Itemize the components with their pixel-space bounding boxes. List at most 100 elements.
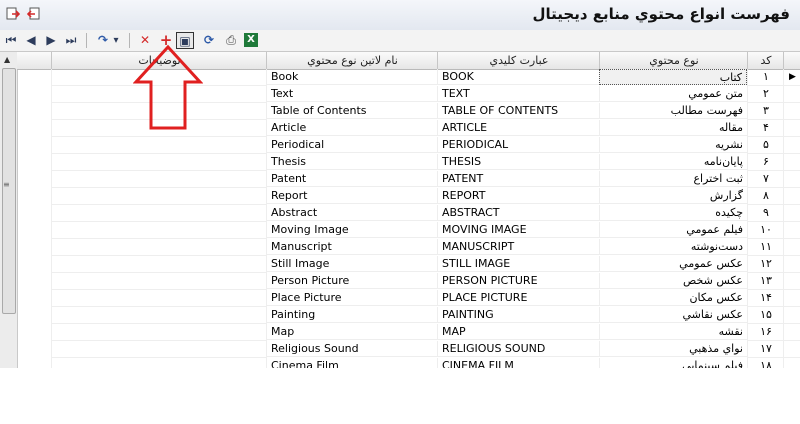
cell-keyword[interactable]: TABLE OF CONTENTS bbox=[437, 103, 599, 119]
cell-content-type[interactable]: نشريه bbox=[599, 137, 747, 153]
import-icon[interactable] bbox=[6, 7, 20, 21]
cell-latin-name[interactable]: Person Picture bbox=[266, 273, 437, 289]
column-header-content-type[interactable]: نوع محتوي bbox=[599, 52, 748, 69]
cell-latin-name[interactable]: Article bbox=[266, 120, 437, 136]
cell-description[interactable] bbox=[51, 358, 267, 368]
cell-code[interactable]: ١٨ bbox=[747, 358, 784, 368]
table-row[interactable]: Religious Sound RELIGIOUS SOUND نواي مذهبي… bbox=[17, 341, 800, 358]
cell-content-type[interactable]: عكس مكان bbox=[599, 290, 747, 306]
cell-keyword[interactable]: MAP bbox=[437, 324, 599, 340]
cell-keyword[interactable]: PAINTING bbox=[437, 307, 599, 323]
table-row[interactable]: Patent PATENT ثبت اختراع ٧ bbox=[17, 171, 800, 188]
cell-description[interactable] bbox=[51, 290, 267, 307]
cell-keyword[interactable]: PERSON PICTURE bbox=[437, 273, 599, 289]
cell-latin-name[interactable]: Map bbox=[266, 324, 437, 340]
cell-keyword[interactable]: TEXT bbox=[437, 86, 599, 102]
cell-latin-name[interactable]: Painting bbox=[266, 307, 437, 323]
cell-code[interactable]: ۵ bbox=[747, 137, 784, 154]
cell-code[interactable]: ١۶ bbox=[747, 324, 784, 341]
column-header-code[interactable]: كد bbox=[747, 52, 784, 69]
cell-code[interactable]: ١٠ bbox=[747, 222, 784, 239]
cell-code[interactable]: ١٣ bbox=[747, 273, 784, 290]
cell-description[interactable] bbox=[51, 188, 267, 205]
cell-keyword[interactable]: MOVING IMAGE bbox=[437, 222, 599, 238]
cell-content-type[interactable]: نقشه bbox=[599, 324, 747, 340]
cell-content-type[interactable]: فيلم عمومي bbox=[599, 222, 747, 238]
cell-content-type[interactable]: عكس عمومي bbox=[599, 256, 747, 272]
cell-keyword[interactable]: PLACE PICTURE bbox=[437, 290, 599, 306]
cell-code[interactable]: ١٢ bbox=[747, 256, 784, 273]
cell-description[interactable] bbox=[51, 307, 267, 324]
cell-keyword[interactable]: PATENT bbox=[437, 171, 599, 187]
cell-latin-name[interactable]: Report bbox=[266, 188, 437, 204]
cell-content-type[interactable]: چكيده bbox=[599, 205, 747, 221]
cell-description[interactable] bbox=[51, 154, 267, 171]
print-button[interactable]: ⎙ bbox=[222, 32, 240, 49]
table-row[interactable]: Thesis THESIS پايان‌نامه ۶ bbox=[17, 154, 800, 171]
cell-description[interactable] bbox=[51, 171, 267, 188]
cell-content-type[interactable]: گزارش bbox=[599, 188, 747, 204]
cell-code[interactable]: ٣ bbox=[747, 103, 784, 120]
next-record-button[interactable]: ▶ bbox=[42, 32, 60, 49]
table-row[interactable]: Person Picture PERSON PICTURE عكس شخص ١٣ bbox=[17, 273, 800, 290]
cell-code[interactable]: ١۵ bbox=[747, 307, 784, 324]
table-row[interactable]: Cinema Film CINEMA FILM فيلم سينمايي ١٨ bbox=[17, 358, 800, 368]
cell-latin-name[interactable]: Thesis bbox=[266, 154, 437, 170]
table-row[interactable]: Abstract ABSTRACT چكيده ٩ bbox=[17, 205, 800, 222]
table-row[interactable]: Painting PAINTING عكس نقاشي ١۵ bbox=[17, 307, 800, 324]
cell-description[interactable] bbox=[51, 341, 267, 358]
cell-description[interactable] bbox=[51, 137, 267, 154]
cell-latin-name[interactable]: Text bbox=[266, 86, 437, 102]
cell-latin-name[interactable]: Still Image bbox=[266, 256, 437, 272]
table-row[interactable]: Place Picture PLACE PICTURE عكس مكان ١۴ bbox=[17, 290, 800, 307]
cell-latin-name[interactable]: Religious Sound bbox=[266, 341, 437, 357]
cell-description[interactable] bbox=[51, 324, 267, 341]
cell-content-type[interactable]: كتاب bbox=[599, 69, 747, 85]
cell-latin-name[interactable]: Place Picture bbox=[266, 290, 437, 306]
column-header-latin-name[interactable]: نام لاتين نوع محتوي bbox=[266, 52, 438, 69]
cell-code[interactable]: ٩ bbox=[747, 205, 784, 222]
table-row[interactable]: Still Image STILL IMAGE عكس عمومي ١٢ bbox=[17, 256, 800, 273]
cell-code[interactable]: ۶ bbox=[747, 154, 784, 171]
cell-description[interactable] bbox=[51, 256, 267, 273]
cell-latin-name[interactable]: Book bbox=[266, 69, 437, 85]
column-header-keyword[interactable]: عبارت كليدي bbox=[437, 52, 600, 69]
cell-latin-name[interactable]: Manuscript bbox=[266, 239, 437, 255]
cell-latin-name[interactable]: Abstract bbox=[266, 205, 437, 221]
cell-code[interactable]: ٢ bbox=[747, 86, 784, 103]
cell-content-type[interactable]: نواي مذهبي bbox=[599, 341, 747, 357]
prev-record-button[interactable]: ◀ bbox=[22, 32, 40, 49]
cell-code[interactable]: ١١ bbox=[747, 239, 784, 256]
cell-description[interactable] bbox=[51, 205, 267, 222]
cell-code[interactable]: ٧ bbox=[747, 171, 784, 188]
cell-latin-name[interactable]: Periodical bbox=[266, 137, 437, 153]
cell-keyword[interactable]: RELIGIOUS SOUND bbox=[437, 341, 599, 357]
table-row[interactable]: Map MAP نقشه ١۶ bbox=[17, 324, 800, 341]
cell-code[interactable]: ۴ bbox=[747, 120, 784, 137]
cell-keyword[interactable]: MANUSCRIPT bbox=[437, 239, 599, 255]
cell-description[interactable] bbox=[51, 239, 267, 256]
cell-content-type[interactable]: فهرست مطالب bbox=[599, 103, 747, 119]
cell-keyword[interactable]: REPORT bbox=[437, 188, 599, 204]
cell-code[interactable]: ١٧ bbox=[747, 341, 784, 358]
cell-keyword[interactable]: PERIODICAL bbox=[437, 137, 599, 153]
cell-latin-name[interactable]: Moving Image bbox=[266, 222, 437, 238]
cell-keyword[interactable]: BOOK bbox=[437, 69, 599, 85]
cell-code[interactable]: ١۴ bbox=[747, 290, 784, 307]
cell-latin-name[interactable]: Cinema Film bbox=[266, 358, 437, 368]
cell-content-type[interactable]: عكس شخص bbox=[599, 273, 747, 289]
cell-keyword[interactable]: CINEMA FILM bbox=[437, 358, 599, 368]
chevron-down-icon[interactable]: ▾ bbox=[110, 32, 122, 49]
cell-latin-name[interactable]: Table of Contents bbox=[266, 103, 437, 119]
table-row[interactable]: Manuscript MANUSCRIPT دست‌نوشته ١١ bbox=[17, 239, 800, 256]
last-record-button[interactable]: ⏭ bbox=[62, 32, 80, 49]
cell-code[interactable]: ١ bbox=[747, 69, 784, 86]
cell-latin-name[interactable]: Patent bbox=[266, 171, 437, 187]
export-icon[interactable] bbox=[27, 7, 41, 21]
cell-content-type[interactable]: دست‌نوشته bbox=[599, 239, 747, 255]
scroll-thumb[interactable] bbox=[2, 68, 16, 314]
cell-content-type[interactable]: متن عمومي bbox=[599, 86, 747, 102]
cell-code[interactable]: ٨ bbox=[747, 188, 784, 205]
cell-keyword[interactable]: ARTICLE bbox=[437, 120, 599, 136]
first-record-button[interactable]: ⏮ bbox=[2, 32, 20, 49]
